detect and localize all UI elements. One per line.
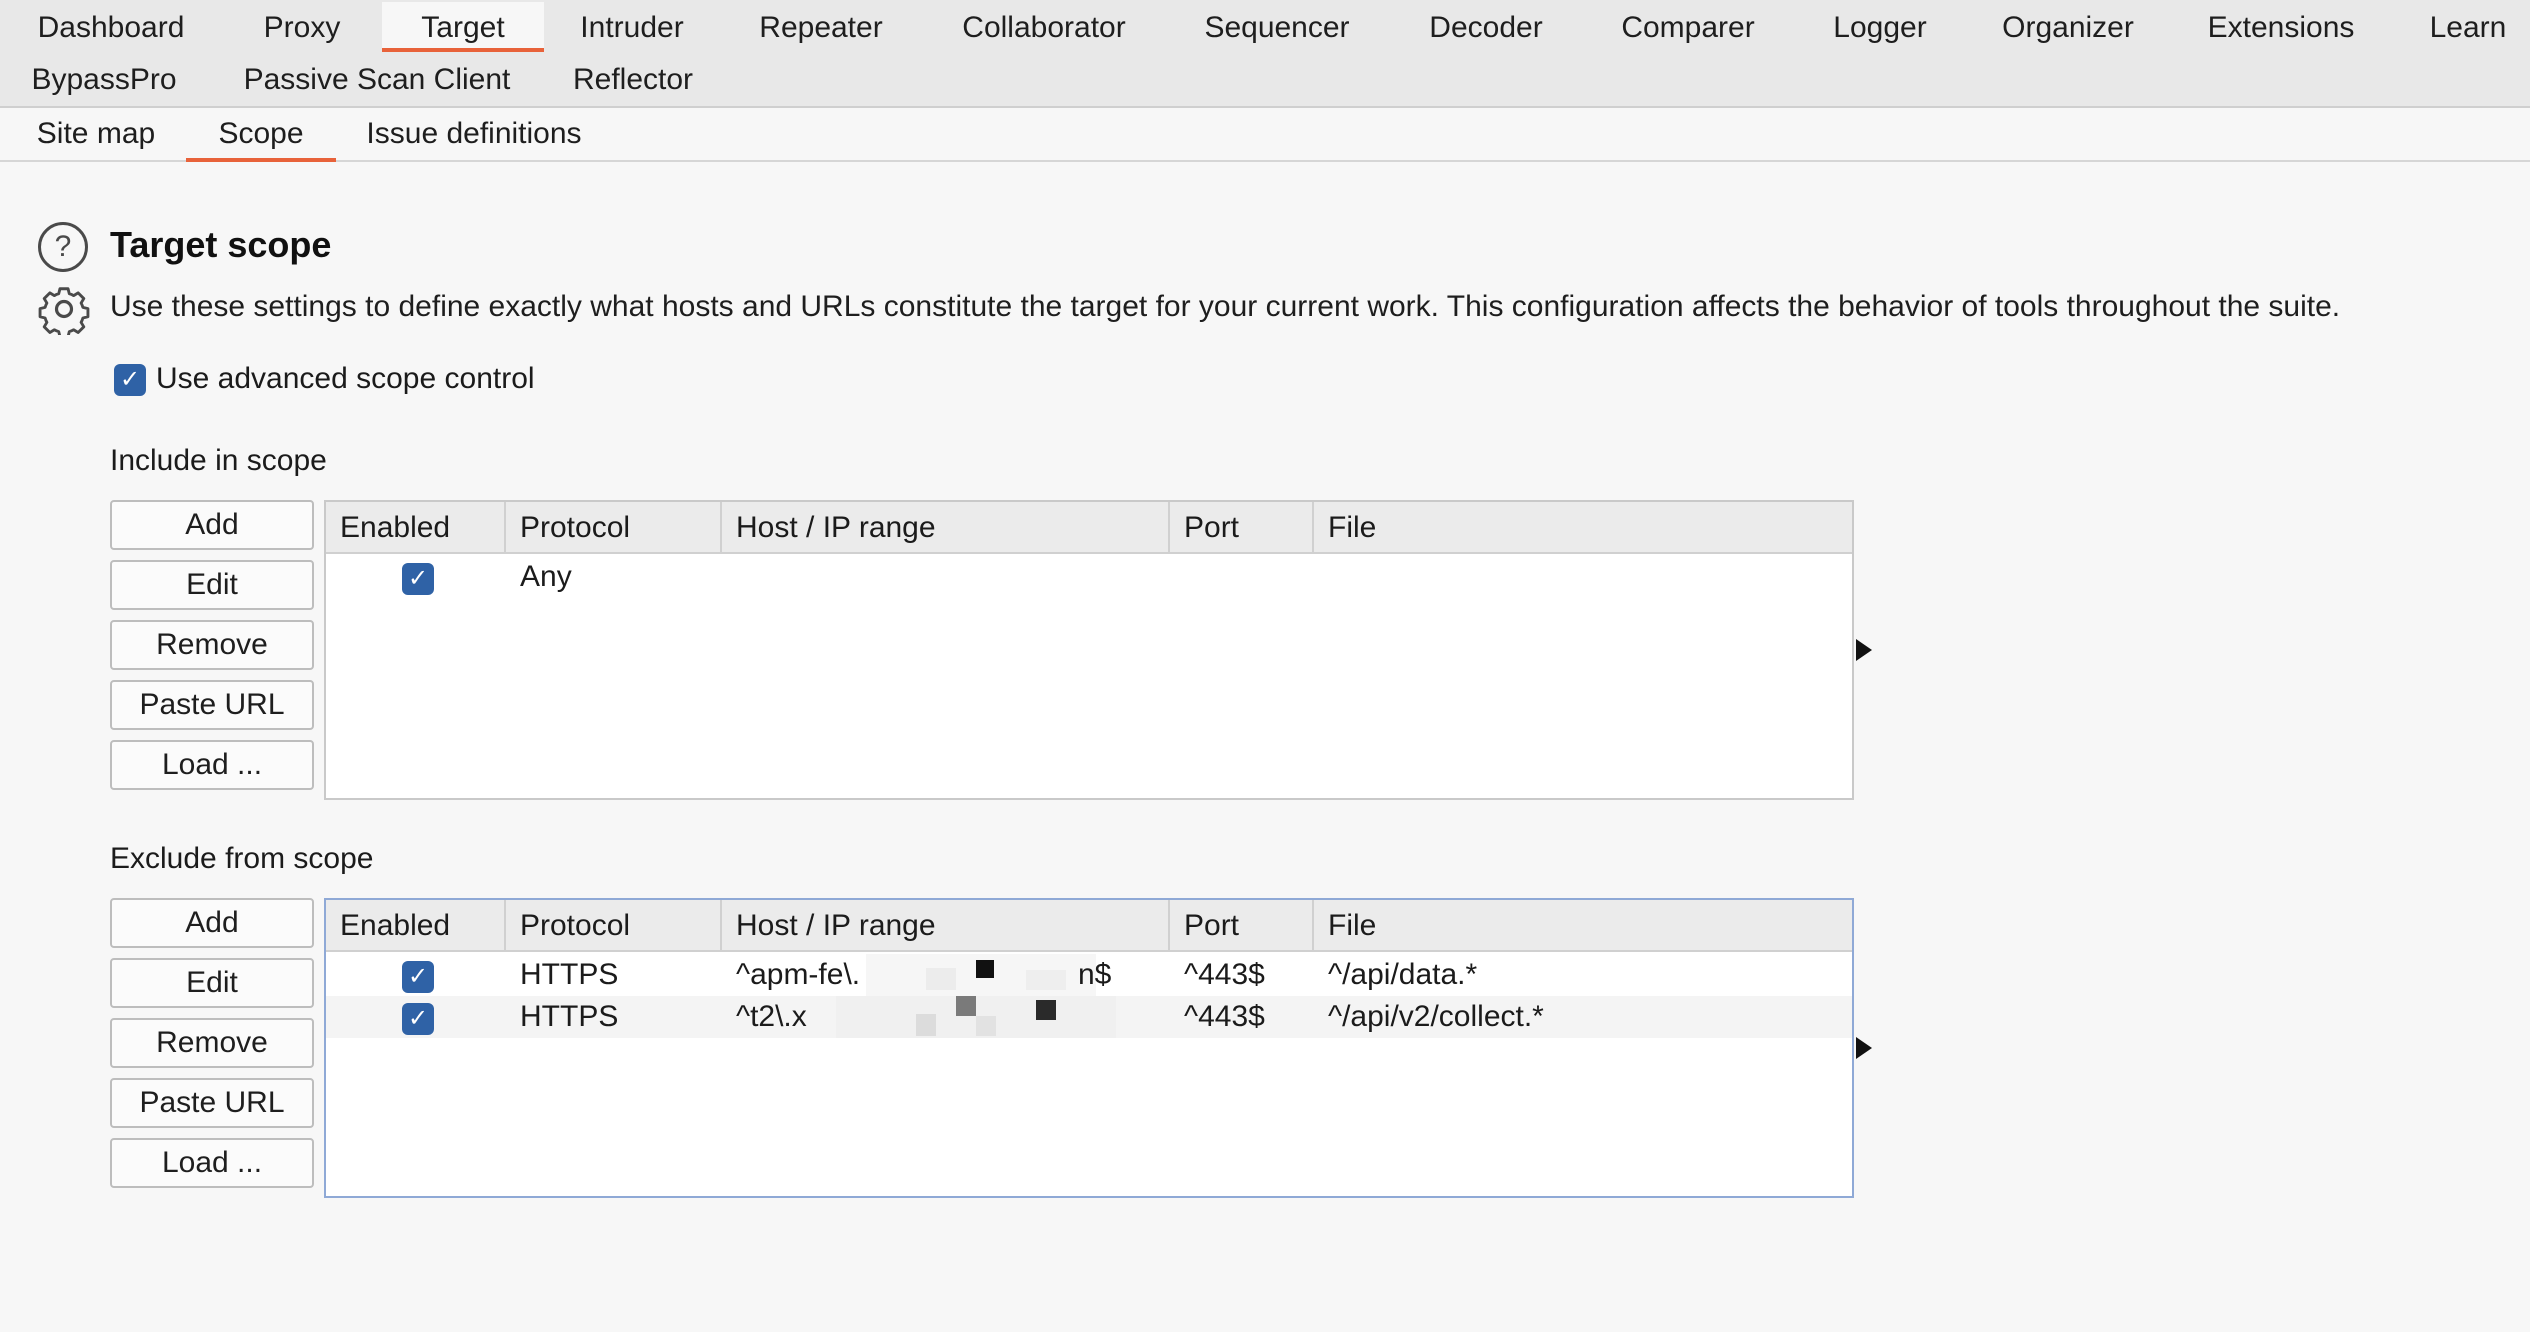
column-protocol[interactable]: Protocol xyxy=(506,900,722,950)
protocol-cell: Any xyxy=(520,560,572,593)
exclude-scope-label: Exclude from scope xyxy=(110,842,374,875)
include-remove-button[interactable]: Remove xyxy=(110,620,314,670)
subtab-issue-definitions[interactable]: Issue definitions xyxy=(356,108,592,160)
tab-proxy[interactable]: Proxy xyxy=(244,2,360,52)
include-expand-arrow-icon[interactable] xyxy=(1856,639,1872,661)
include-paste-url-button[interactable]: Paste URL xyxy=(110,680,314,730)
page-description: Use these settings to define exactly wha… xyxy=(110,290,2341,323)
row-enabled-checkbox[interactable]: ✓ xyxy=(402,1003,434,1035)
advanced-scope-label[interactable]: Use advanced scope control xyxy=(156,362,535,396)
port-cell xyxy=(1170,556,1184,598)
tab-decoder[interactable]: Decoder xyxy=(1418,2,1554,52)
tab-intruder[interactable]: Intruder xyxy=(562,2,702,52)
tab-dashboard[interactable]: Dashboard xyxy=(18,2,204,52)
help-icon[interactable]: ? xyxy=(38,222,88,272)
tab-passive-scan-client[interactable]: Passive Scan Client xyxy=(236,54,518,104)
exclude-scope-table[interactable]: Enabled Protocol Host / IP range Port Fi… xyxy=(324,898,1854,1198)
protocol-cell: HTTPS xyxy=(520,1000,619,1033)
port-cell: ^443$ xyxy=(1184,958,1265,991)
tab-extensions[interactable]: Extensions xyxy=(2196,2,2366,52)
column-file[interactable]: File xyxy=(1314,900,1852,950)
table-header: Enabled Protocol Host / IP range Port Fi… xyxy=(326,502,1852,554)
file-cell: ^/api/data.* xyxy=(1328,958,1478,991)
tab-organizer[interactable]: Organizer xyxy=(1994,2,2142,52)
include-load-button[interactable]: Load ... xyxy=(110,740,314,790)
column-protocol[interactable]: Protocol xyxy=(506,502,722,552)
host-cell xyxy=(722,556,736,598)
host-cell-suffix: n$ xyxy=(1078,958,1112,991)
tab-target[interactable]: Target xyxy=(382,2,544,52)
exclude-edit-button[interactable]: Edit xyxy=(110,958,314,1008)
exclude-add-button[interactable]: Add xyxy=(110,898,314,948)
row-enabled-checkbox[interactable]: ✓ xyxy=(402,563,434,595)
redacted-host-segment xyxy=(866,954,1096,996)
page-title: Target scope xyxy=(110,224,332,265)
row-enabled-checkbox[interactable]: ✓ xyxy=(402,961,434,993)
sub-tab-bar: Site map Scope Issue definitions xyxy=(0,108,2530,162)
table-header: Enabled Protocol Host / IP range Port Fi… xyxy=(326,900,1852,952)
include-add-button[interactable]: Add xyxy=(110,500,314,550)
tab-collaborator[interactable]: Collaborator xyxy=(944,2,1144,52)
tab-logger[interactable]: Logger xyxy=(1820,2,1940,52)
host-cell-prefix: ^t2\.x xyxy=(736,1000,807,1033)
tab-comparer[interactable]: Comparer xyxy=(1608,2,1768,52)
table-row[interactable]: ✓ Any xyxy=(326,556,1852,598)
host-cell-prefix: ^apm-fe\. xyxy=(736,958,861,991)
file-cell: ^/api/v2/collect.* xyxy=(1328,1000,1544,1033)
column-port[interactable]: Port xyxy=(1170,900,1314,950)
enabled-cell[interactable]: ✓ xyxy=(388,996,434,1038)
tab-repeater[interactable]: Repeater xyxy=(744,2,898,52)
exclude-paste-url-button[interactable]: Paste URL xyxy=(110,1078,314,1128)
gear-icon[interactable] xyxy=(38,283,90,335)
column-host[interactable]: Host / IP range xyxy=(722,502,1170,552)
exclude-remove-button[interactable]: Remove xyxy=(110,1018,314,1068)
table-row[interactable]: ✓ HTTPS ^apm-fe\. n$ ^443$ ^/api/data.* xyxy=(326,954,1852,996)
column-port[interactable]: Port xyxy=(1170,502,1314,552)
column-host[interactable]: Host / IP range xyxy=(722,900,1170,950)
exclude-load-button[interactable]: Load ... xyxy=(110,1138,314,1188)
subtab-scope[interactable]: Scope xyxy=(186,108,336,162)
table-row[interactable]: ✓ HTTPS ^t2\.x ^443$ ^/api/v2/collect.* xyxy=(326,996,1852,1038)
tab-reflector[interactable]: Reflector xyxy=(562,54,704,104)
advanced-scope-checkbox[interactable]: ✓ xyxy=(114,364,146,396)
exclude-expand-arrow-icon[interactable] xyxy=(1856,1037,1872,1059)
main-tab-bar: Dashboard Proxy Target Intruder Repeater… xyxy=(0,0,2530,108)
column-file[interactable]: File xyxy=(1314,502,1852,552)
tab-bypasspro[interactable]: BypassPro xyxy=(18,54,190,104)
file-cell xyxy=(1314,556,1328,598)
tab-learn[interactable]: Learn xyxy=(2416,2,2520,52)
tab-sequencer[interactable]: Sequencer xyxy=(1196,2,1358,52)
column-enabled[interactable]: Enabled xyxy=(326,900,506,950)
include-scope-table[interactable]: Enabled Protocol Host / IP range Port Fi… xyxy=(324,500,1854,800)
column-enabled[interactable]: Enabled xyxy=(326,502,506,552)
protocol-cell: HTTPS xyxy=(520,958,619,991)
enabled-cell[interactable]: ✓ xyxy=(388,954,434,996)
include-edit-button[interactable]: Edit xyxy=(110,560,314,610)
subtab-site-map[interactable]: Site map xyxy=(18,108,174,160)
include-scope-label: Include in scope xyxy=(110,444,327,477)
port-cell: ^443$ xyxy=(1184,1000,1265,1033)
redacted-host-segment xyxy=(826,996,1126,1038)
enabled-cell[interactable]: ✓ xyxy=(388,556,434,598)
